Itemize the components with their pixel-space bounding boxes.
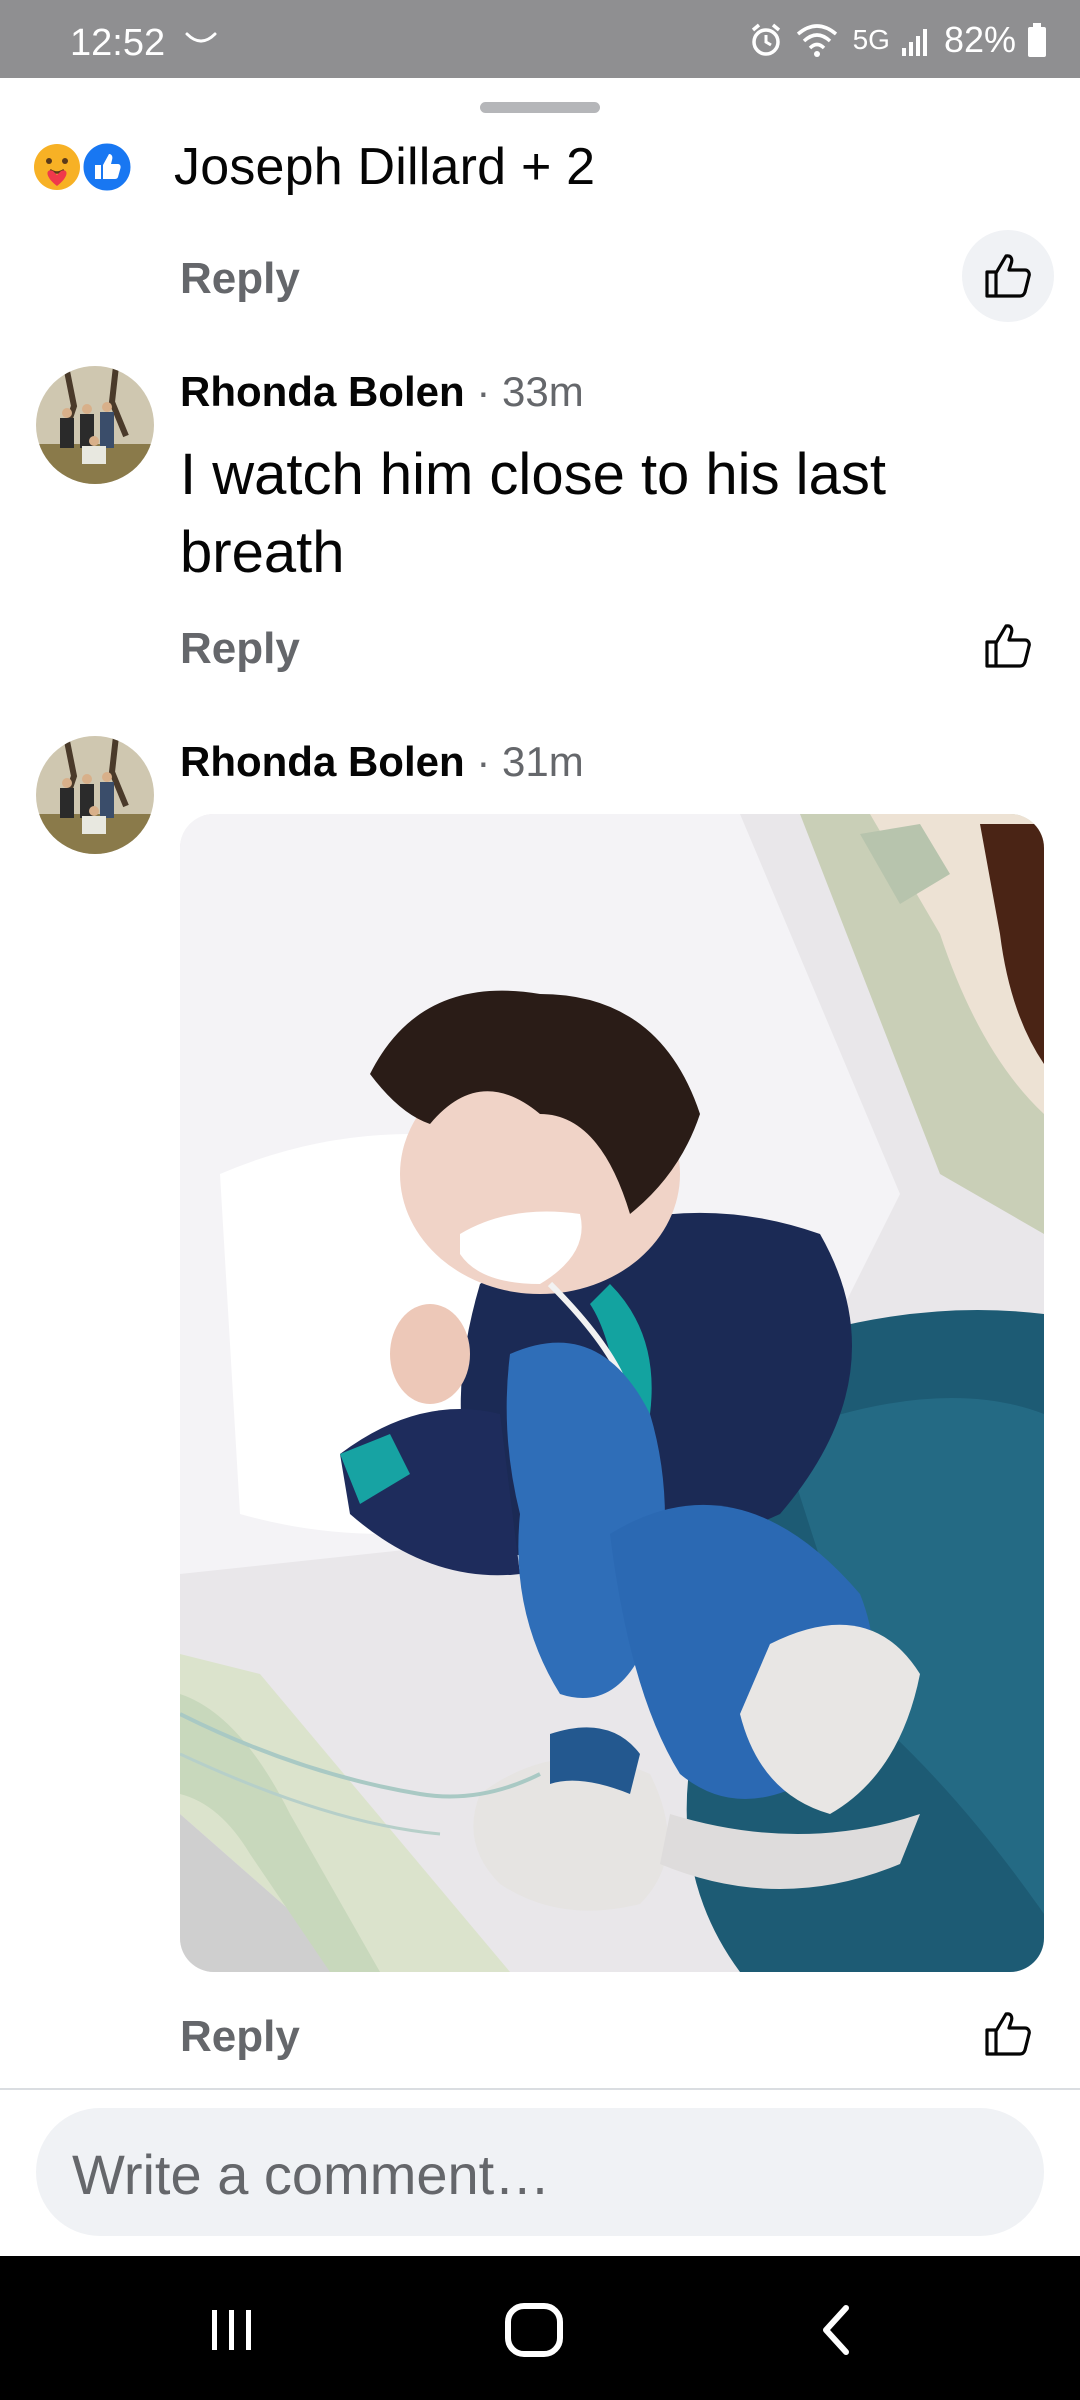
- home-icon[interactable]: [502, 2300, 566, 2360]
- comment-input-placeholder: Write a comment…: [72, 2143, 551, 2206]
- like-reaction-icon: [80, 140, 134, 194]
- author-name[interactable]: Rhonda Bolen: [180, 738, 465, 785]
- reply-button[interactable]: Reply: [180, 2012, 300, 2062]
- comment-time: · 31m: [476, 738, 584, 785]
- reactions-summary[interactable]: Joseph Dillard + 2: [32, 132, 595, 202]
- battery-icon: [1028, 23, 1046, 57]
- comment-photo[interactable]: [180, 814, 1044, 1972]
- status-icons: 5G 82%: [749, 19, 1046, 60]
- reaction-icons: [32, 140, 134, 194]
- thumbs-up-icon: [985, 624, 1031, 668]
- profile-photo: [36, 736, 154, 854]
- system-navigation-bar: [0, 2256, 1080, 2400]
- back-icon[interactable]: [806, 2300, 870, 2360]
- comment-author[interactable]: Rhonda Bolen · 33m: [180, 368, 584, 416]
- wifi-icon: [796, 24, 837, 57]
- comment-author[interactable]: Rhonda Bolen · 31m: [180, 738, 584, 786]
- thumbs-up-icon: [985, 2012, 1031, 2056]
- like-button[interactable]: [962, 230, 1054, 322]
- thumbs-up-icon: [985, 254, 1031, 298]
- reaction-names: Joseph Dillard + 2: [174, 138, 596, 196]
- comment-text: I watch him close to his last breath: [180, 442, 886, 585]
- recent-apps-icon[interactable]: [200, 2300, 264, 2360]
- notification-icon: [185, 32, 217, 43]
- profile-photo: [36, 366, 154, 484]
- avatar[interactable]: [36, 736, 154, 854]
- photo-attachment: [180, 814, 1044, 1972]
- avatar[interactable]: [36, 366, 154, 484]
- like-button[interactable]: [962, 1988, 1054, 2080]
- alarm-icon: [751, 23, 780, 56]
- reply-button[interactable]: Reply: [180, 624, 300, 674]
- status-bar: 12:52 5G 82%: [0, 0, 1080, 78]
- composer-divider: [0, 2088, 1080, 2090]
- status-time: 12:52: [70, 22, 166, 64]
- like-button[interactable]: [962, 600, 1054, 692]
- battery-percent: 82%: [943, 19, 1016, 60]
- care-emoji-icon: [34, 144, 80, 190]
- comment-input[interactable]: Write a comment…: [36, 2108, 1044, 2236]
- comment-time: · 33m: [476, 368, 584, 415]
- network-type: 5G: [852, 24, 890, 55]
- reply-button[interactable]: Reply: [180, 254, 300, 304]
- author-name[interactable]: Rhonda Bolen: [180, 368, 465, 415]
- signal-icon: [901, 29, 927, 56]
- sheet-drag-handle[interactable]: [480, 102, 600, 113]
